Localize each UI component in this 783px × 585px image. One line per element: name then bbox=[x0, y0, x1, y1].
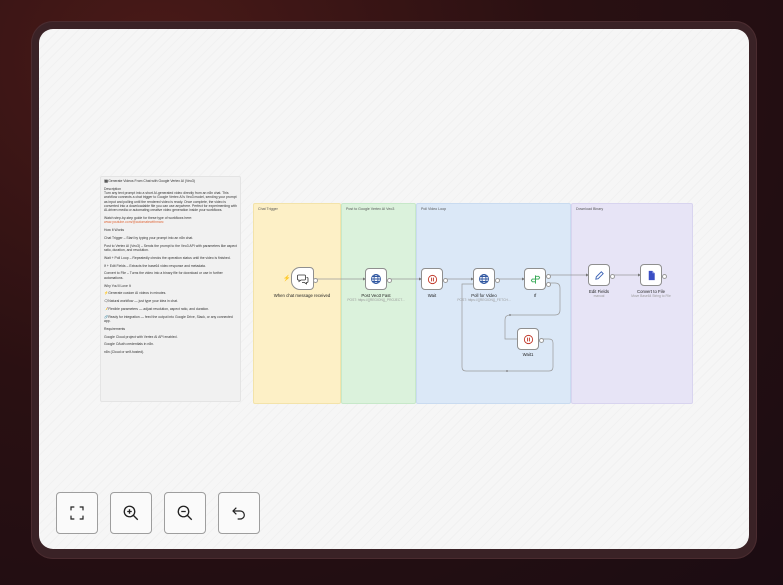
chat-bubble-icon bbox=[296, 274, 308, 285]
undo-icon bbox=[232, 507, 245, 520]
node-wait1[interactable] bbox=[517, 328, 539, 350]
globe-icon bbox=[479, 274, 489, 284]
trigger-bolt-icon: ⚡ bbox=[283, 276, 291, 282]
output-port[interactable] bbox=[538, 337, 544, 343]
node-if[interactable] bbox=[524, 268, 546, 290]
output-port[interactable] bbox=[494, 277, 500, 283]
node-chat-trigger[interactable] bbox=[291, 267, 314, 290]
signpost-icon bbox=[530, 274, 540, 284]
node-label-trigger: When chat message received bbox=[273, 293, 331, 298]
zoom-out-button[interactable] bbox=[164, 492, 206, 534]
output-port[interactable] bbox=[386, 277, 392, 283]
globe-icon bbox=[371, 274, 381, 284]
pause-circle-icon bbox=[427, 274, 437, 284]
file-icon bbox=[648, 270, 655, 280]
node-poll-video[interactable] bbox=[473, 268, 495, 290]
node-sub-poll: POST: https://{{REGION}}_FETCH... bbox=[457, 298, 511, 302]
zoom-in-button[interactable] bbox=[110, 492, 152, 534]
node-edit-fields[interactable] bbox=[588, 264, 610, 286]
pause-circle-icon bbox=[523, 334, 533, 344]
output-port-true[interactable] bbox=[545, 273, 551, 279]
node-sub-post: POST: https://{{REGION}}_PROJECT... bbox=[347, 298, 405, 302]
node-sub-convert: Move Base64 String to File bbox=[631, 294, 671, 298]
node-wait[interactable] bbox=[421, 268, 443, 290]
zoom-in-icon bbox=[123, 505, 139, 521]
output-port[interactable] bbox=[609, 273, 615, 279]
fit-view-button[interactable] bbox=[56, 492, 98, 534]
output-port[interactable] bbox=[312, 277, 318, 283]
undo-button[interactable] bbox=[218, 492, 260, 534]
pencil-icon bbox=[594, 270, 604, 280]
workflow-canvas[interactable]: 🎬Generate Videos From Chat with Google V… bbox=[39, 29, 749, 549]
output-port-false[interactable] bbox=[545, 281, 551, 287]
node-post-veo3[interactable] bbox=[365, 268, 387, 290]
node-label-if: If bbox=[533, 293, 537, 298]
zoom-out-icon bbox=[177, 505, 193, 521]
output-port[interactable] bbox=[661, 273, 667, 279]
output-port[interactable] bbox=[442, 277, 448, 283]
node-label-wait1: Wait1 bbox=[522, 352, 534, 357]
fit-view-icon bbox=[70, 506, 84, 520]
node-convert-to-file[interactable] bbox=[640, 264, 662, 286]
